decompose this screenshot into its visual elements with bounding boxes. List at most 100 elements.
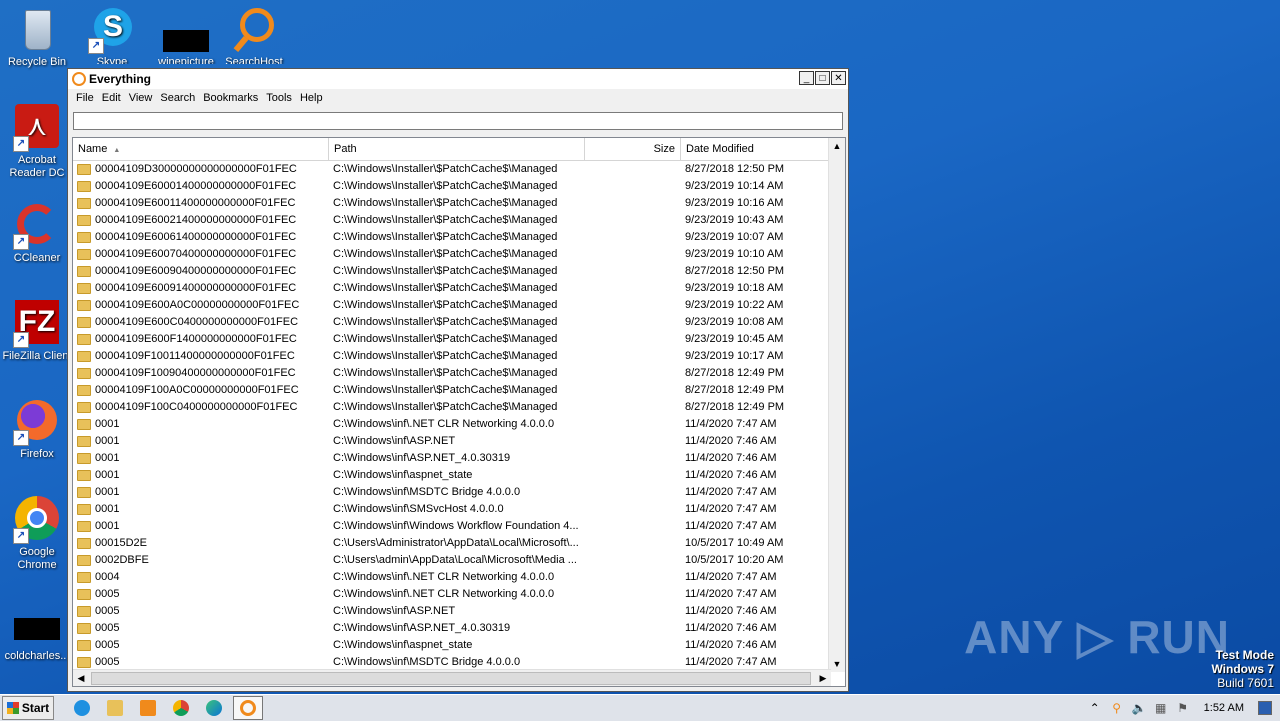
scroll-left-arrow-icon[interactable]: ◀	[73, 670, 89, 686]
menu-file[interactable]: File	[72, 92, 98, 104]
table-row[interactable]: 0001 C:\Windows\inf\Windows Workflow Foun…	[73, 518, 831, 535]
cell-path: C:\Windows\inf\ASP.NET_4.0.30319	[333, 452, 511, 464]
vertical-scrollbar[interactable]: ▲ ▼	[828, 138, 845, 672]
folder-icon	[77, 164, 91, 175]
folder-icon	[77, 623, 91, 634]
volume-icon[interactable]: 🔈	[1132, 701, 1147, 715]
table-row[interactable]: 0001 C:\Windows\inf\ASP.NET_4.0.30319 11/4…	[73, 450, 831, 467]
close-button[interactable]: ✕	[831, 71, 846, 85]
minimize-button[interactable]: _	[799, 71, 814, 85]
desktop-icon-filezilla[interactable]: FZ ↗ FileZilla Client	[0, 300, 74, 363]
taskbar-edge[interactable]	[200, 697, 228, 719]
table-row[interactable]: 00004109F100A0C00000000000F01FEC C:\Windo…	[73, 382, 831, 399]
cell-date-modified: 11/4/2020 7:46 AM	[685, 605, 777, 617]
table-row[interactable]: 0001 C:\Windows\inf\.NET CLR Networking 4…	[73, 416, 831, 433]
taskbar-everything[interactable]	[233, 696, 263, 720]
table-row[interactable]: 00004109F10090400000000000F01FEC C:\Windo…	[73, 365, 831, 382]
cell-name: 0004	[73, 569, 329, 586]
horizontal-scrollbar[interactable]: ◀ ▶	[73, 669, 831, 686]
table-row[interactable]: 0005 C:\Windows\inf\aspnet_state 11/4/2020…	[73, 637, 831, 654]
table-row[interactable]: 00004109E60061400000000000F01FEC C:\Windo…	[73, 229, 831, 246]
cell-name: 00004109F100A0C00000000000F01FEC	[73, 382, 329, 399]
folder-icon	[77, 215, 91, 226]
cell-size	[585, 518, 681, 535]
table-row[interactable]: 00004109E600A0C00000000000F01FEC C:\Windo…	[73, 297, 831, 314]
desktop-icon-acrobat-reader[interactable]: ⋏ ↗ Acrobat Reader DC	[0, 104, 74, 180]
cell-name: 00004109E60001400000000000F01FEC	[73, 178, 329, 195]
table-row[interactable]: 00004109E60011400000000000F01FEC C:\Windo…	[73, 195, 831, 212]
taskbar-file-explorer[interactable]	[101, 697, 129, 719]
taskbar-media-player[interactable]	[134, 697, 162, 719]
desktop-icon-ccleaner[interactable]: ↗ CCleaner	[0, 202, 74, 265]
menu-search[interactable]: Search	[156, 92, 199, 104]
table-row[interactable]: 00004109F100C0400000000000F01FEC C:\Windo…	[73, 399, 831, 416]
column-path[interactable]: Path	[329, 138, 585, 160]
cell-path: C:\Windows\inf\.NET CLR Networking 4.0.0…	[333, 588, 555, 600]
table-row[interactable]: 0005 C:\Windows\inf\ASP.NET_4.0.30319 11/4…	[73, 620, 831, 637]
cell-name-text: 00004109E600C0400000000000F01FEC	[95, 316, 299, 328]
cell-name-text: 0001	[95, 418, 120, 430]
table-row[interactable]: 0004 C:\Windows\inf\.NET CLR Networking 4…	[73, 569, 831, 586]
show-desktop-icon[interactable]	[1258, 701, 1272, 715]
menu-help[interactable]: Help	[296, 92, 327, 104]
folder-icon	[77, 504, 91, 515]
table-row[interactable]: 00004109D30000000000000000F01FEC C:\Windo…	[73, 161, 831, 178]
scroll-down-arrow-icon[interactable]: ▼	[829, 656, 845, 672]
desktop-icon-google-chrome[interactable]: ↗ Google Chrome	[0, 496, 74, 572]
cell-name-text: 00004109E60011400000000000F01FEC	[95, 197, 296, 209]
table-row[interactable]: 0001 C:\Windows\inf\ASP.NET 11/4/2020 7:46…	[73, 433, 831, 450]
cell-name: 00004109E60091400000000000F01FEC	[73, 280, 329, 297]
column-name[interactable]: Name ▲	[73, 138, 329, 160]
table-row[interactable]: 0001 C:\Windows\inf\SMSvcHost 4.0.0.0 11/4…	[73, 501, 831, 518]
tray-everything-icon[interactable]: ⚲	[1110, 701, 1124, 715]
cell-size	[585, 620, 681, 637]
table-row[interactable]: 00004109E60021400000000000F01FEC C:\Windo…	[73, 212, 831, 229]
folder-icon	[77, 521, 91, 532]
cell-path: C:\Windows\Installer\$PatchCache$\Manage…	[333, 231, 558, 243]
firefox-icon: ↗	[13, 398, 61, 446]
desktop-icon-winepicture[interactable]: winepicture	[149, 6, 223, 64]
desktop-icon-recycle-bin[interactable]: Recycle Bin	[0, 6, 74, 69]
menu-view[interactable]: View	[125, 92, 157, 104]
table-row[interactable]: 00015D2E C:\Users\Administrator\AppData\L…	[73, 535, 831, 552]
maximize-button[interactable]: □	[815, 71, 830, 85]
menu-tools[interactable]: Tools	[262, 92, 296, 104]
table-row[interactable]: 00004109E60090400000000000F01FEC C:\Windo…	[73, 263, 831, 280]
title-bar[interactable]: Everything _ □ ✕	[68, 69, 848, 89]
table-row[interactable]: 00004109E60001400000000000F01FEC C:\Windo…	[73, 178, 831, 195]
desktop-icon-coldcharles[interactable]: coldcharles...	[0, 600, 74, 663]
scroll-up-arrow-icon[interactable]: ▲	[829, 138, 845, 154]
cell-path: C:\Windows\Installer\$PatchCache$\Manage…	[333, 401, 558, 413]
column-date-modified[interactable]: Date Modified	[681, 138, 831, 160]
column-size[interactable]: Size	[585, 138, 681, 160]
table-row[interactable]: 0005 C:\Windows\inf\.NET CLR Networking 4…	[73, 586, 831, 603]
action-center-flag-icon[interactable]: ⚑	[1176, 701, 1190, 715]
table-row[interactable]: 00004109F10011400000000000F01FEC C:\Windo…	[73, 348, 831, 365]
cell-size	[585, 552, 681, 569]
table-row[interactable]: 00004109E60070400000000000F01FEC C:\Windo…	[73, 246, 831, 263]
table-row[interactable]: 0002DBFE C:\Users\admin\AppData\Local\Mic…	[73, 552, 831, 569]
table-row[interactable]: 00004109E60091400000000000F01FEC C:\Windo…	[73, 280, 831, 297]
table-row[interactable]: 00004109E600C0400000000000F01FEC C:\Windo…	[73, 314, 831, 331]
start-button[interactable]: Start	[2, 696, 54, 720]
desktop-icon-searchhost[interactable]: SearchHost	[217, 6, 291, 64]
table-row[interactable]: 0001 C:\Windows\inf\MSDTC Bridge 4.0.0.0 1…	[73, 484, 831, 501]
network-icon[interactable]: ▦	[1154, 701, 1168, 715]
table-row[interactable]: 0005 C:\Windows\inf\ASP.NET 11/4/2020 7:46…	[73, 603, 831, 620]
tray-expand-icon[interactable]: ⌃	[1088, 701, 1102, 715]
taskbar-chrome[interactable]	[167, 697, 195, 719]
clock[interactable]: 1:52 AM	[1204, 702, 1244, 714]
scroll-right-arrow-icon[interactable]: ▶	[815, 670, 831, 686]
search-input[interactable]	[73, 112, 843, 130]
menu-bookmarks[interactable]: Bookmarks	[199, 92, 262, 104]
table-row[interactable]: 0001 C:\Windows\inf\aspnet_state 11/4/2020…	[73, 467, 831, 484]
folder-icon	[77, 317, 91, 328]
horizontal-scroll-thumb[interactable]	[91, 672, 811, 685]
desktop-icon-skype[interactable]: S ↗ Skype	[75, 6, 149, 64]
menu-bar: File Edit View Search Bookmarks Tools He…	[68, 89, 848, 107]
taskbar-internet-explorer[interactable]	[68, 697, 96, 719]
magnifier-icon	[230, 6, 278, 54]
desktop-icon-firefox[interactable]: ↗ Firefox	[0, 398, 74, 461]
table-row[interactable]: 00004109E600F1400000000000F01FEC C:\Windo…	[73, 331, 831, 348]
menu-edit[interactable]: Edit	[98, 92, 125, 104]
